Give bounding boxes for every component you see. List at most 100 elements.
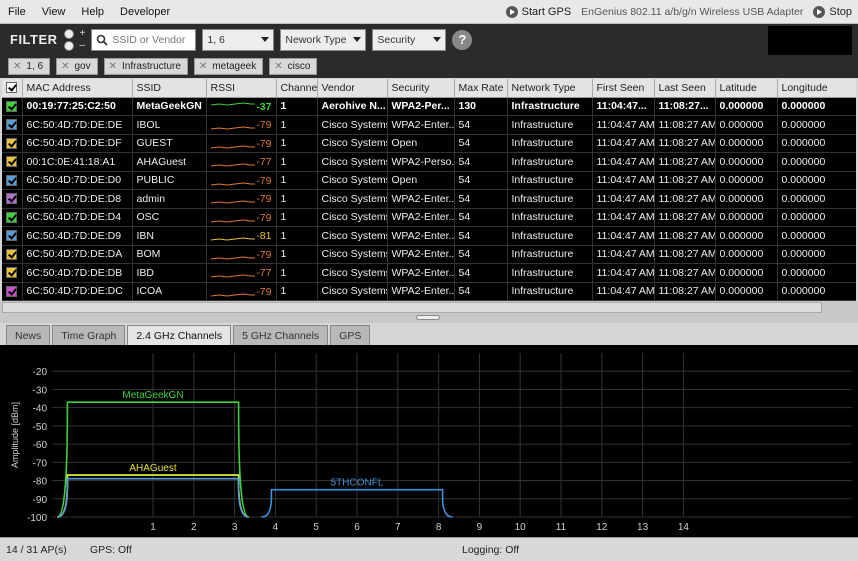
checkbox-icon[interactable]	[6, 119, 17, 131]
close-icon[interactable]: ✕	[199, 61, 207, 72]
row-checkbox[interactable]	[2, 134, 23, 153]
checkbox-icon[interactable]	[6, 174, 17, 186]
tab-gps[interactable]: GPS	[330, 325, 371, 345]
x-tick-label: 12	[596, 522, 608, 533]
series-label: 5THCONFL	[331, 478, 384, 489]
column-header-last-seen[interactable]: Last Seen	[654, 79, 716, 98]
checkbox-icon[interactable]	[6, 230, 17, 242]
latitude-cell: 0.000000	[715, 263, 778, 283]
network-type-dropdown[interactable]: Nework Type	[280, 28, 367, 51]
tab-time-graph[interactable]: Time Graph	[52, 325, 126, 345]
row-checkbox[interactable]	[2, 152, 23, 172]
ssid-search[interactable]	[91, 28, 197, 51]
column-header-ssid[interactable]: SSID	[132, 79, 207, 98]
filter-tag[interactable]: ✕ gov	[56, 58, 98, 75]
table-row[interactable]: 6C:50:4D:7D:DE:DA BOM -79 1 Cisco Systems WPA…	[2, 245, 856, 264]
checkbox-icon[interactable]	[6, 193, 17, 205]
column-header-security[interactable]: Security	[387, 79, 455, 98]
column-header-network-type[interactable]: Network Type	[507, 79, 593, 98]
checkbox-icon[interactable]	[6, 100, 17, 112]
table-row[interactable]: 00:1C:0E:41:18:A1 AHAGuest -77 1 Cisco Syste…	[2, 152, 856, 172]
chevron-down-icon	[353, 37, 362, 42]
table-row[interactable]: 6C:50:4D:7D:DE:D0 PUBLIC -79 1 Cisco Systems…	[2, 171, 856, 190]
row-checkbox[interactable]	[2, 171, 23, 190]
checkbox-icon[interactable]	[6, 211, 17, 223]
mac-cell: 6C:50:4D:7D:DE:DF	[22, 134, 133, 153]
close-icon[interactable]: ✕	[61, 61, 69, 72]
row-checkbox[interactable]	[2, 189, 23, 209]
max-rate-cell: 54	[454, 208, 508, 227]
rssi-value: -79	[256, 211, 272, 224]
max-rate-cell: 54	[454, 152, 508, 172]
column-header-first-seen[interactable]: First Seen	[592, 79, 655, 98]
channel-dropdown[interactable]: 1, 6	[202, 28, 275, 51]
column-header-mac[interactable]: MAC Address	[22, 79, 133, 98]
tab-news[interactable]: News	[6, 325, 51, 345]
row-checkbox[interactable]	[2, 208, 23, 227]
horizontal-scrollbar[interactable]	[2, 302, 822, 313]
close-icon[interactable]: ✕	[274, 61, 282, 72]
column-header-longitude[interactable]: Longitude	[777, 79, 856, 98]
filter-tag[interactable]: ✕ 1, 6	[8, 58, 51, 75]
rssi-cell: -79	[206, 282, 277, 301]
checkbox-icon[interactable]	[6, 137, 17, 149]
table-row[interactable]: 6C:50:4D:7D:DE:D9 IBN -81 1 Cisco Systems WPA…	[2, 226, 856, 246]
column-header-vendor[interactable]: Vendor	[317, 79, 388, 98]
column-header-latitude[interactable]: Latitude	[715, 79, 778, 98]
close-icon[interactable]: ✕	[13, 61, 21, 72]
filter-tag-label: gov	[74, 61, 91, 72]
y-tick-label: -50	[33, 422, 48, 433]
table-row[interactable]: 6C:50:4D:7D:DE:DC ICOA -79 1 Cisco Systems WP…	[2, 282, 856, 301]
filter-tag[interactable]: ✕ Infrastructure	[103, 58, 188, 75]
security-dropdown[interactable]: Security	[372, 28, 447, 51]
row-checkbox[interactable]	[2, 263, 23, 283]
tab-24ghz-channels[interactable]: 2.4 GHz Channels	[127, 325, 232, 345]
rssi-cell: -37	[206, 97, 277, 116]
plus-icon[interactable]: +	[80, 28, 86, 39]
adapter-selector[interactable]: EnGenius 802.11 a/b/g/n Wireless USB Ada…	[581, 6, 803, 18]
table-row[interactable]: 6C:50:4D:7D:DE:D4 OSC -79 1 Cisco Systems WPA…	[2, 208, 856, 227]
splitter-handle[interactable]	[416, 315, 440, 320]
menu-help[interactable]: Help	[73, 6, 112, 18]
close-icon[interactable]: ✕	[109, 61, 117, 72]
ssid-cell: BOM	[132, 245, 207, 264]
filter-tag[interactable]: ✕ cisco	[269, 58, 318, 75]
column-header-rssi[interactable]: RSSI	[206, 79, 277, 98]
network-type-cell: Infrastructure	[507, 171, 593, 190]
row-checkbox[interactable]	[2, 282, 23, 301]
checkbox-icon[interactable]	[6, 285, 17, 297]
table-row[interactable]: 6C:50:4D:7D:DE:DF GUEST -79 1 Cisco Systems O…	[2, 134, 856, 153]
table-row[interactable]: 6C:50:4D:7D:DE:D8 admin -79 1 Cisco Systems W…	[2, 189, 856, 209]
column-header-max-rate[interactable]: Max Rate	[454, 79, 508, 98]
row-checkbox[interactable]	[2, 226, 23, 246]
channel-cell: 1	[276, 115, 318, 135]
checkbox-icon[interactable]	[6, 267, 17, 279]
row-checkbox[interactable]	[2, 115, 23, 135]
menu-view[interactable]: View	[34, 6, 74, 18]
menu-file[interactable]: File	[0, 6, 34, 18]
filter-tag[interactable]: ✕ metageek	[193, 58, 264, 75]
stop-icon	[813, 6, 826, 18]
menu-developer[interactable]: Developer	[112, 6, 178, 18]
filter-radio-include[interactable]	[63, 28, 74, 39]
vendor-cell: Cisco Systems	[317, 115, 388, 135]
column-header-channel[interactable]: Channel	[276, 79, 318, 98]
row-checkbox[interactable]	[2, 97, 23, 116]
checkbox-icon[interactable]	[6, 248, 17, 260]
help-icon[interactable]: ?	[452, 29, 473, 50]
latitude-cell: 0.000000	[715, 97, 778, 116]
filter-radio-exclude[interactable]	[63, 40, 74, 51]
table-row[interactable]: 00:19:77:25:C2:50 MetaGeekGN -37 1 Aerohive …	[2, 97, 856, 116]
table-row[interactable]: 6C:50:4D:7D:DE:DE IBOL -79 1 Cisco Systems WP…	[2, 115, 856, 135]
minus-icon[interactable]: –	[80, 40, 86, 51]
rssi-value: -81	[256, 230, 272, 242]
tab-5ghz-channels[interactable]: 5 GHz Channels	[233, 325, 329, 345]
row-checkbox[interactable]	[2, 245, 23, 264]
select-all-checkbox[interactable]	[2, 79, 23, 98]
stop-button[interactable]: Stop	[813, 6, 852, 18]
play-icon	[505, 6, 518, 18]
table-row[interactable]: 6C:50:4D:7D:DE:DB IBD -77 1 Cisco Systems WPA…	[2, 263, 856, 283]
checkbox-icon[interactable]	[6, 156, 17, 168]
start-gps-button[interactable]: Start GPS	[505, 6, 571, 18]
search-input[interactable]	[112, 33, 193, 46]
